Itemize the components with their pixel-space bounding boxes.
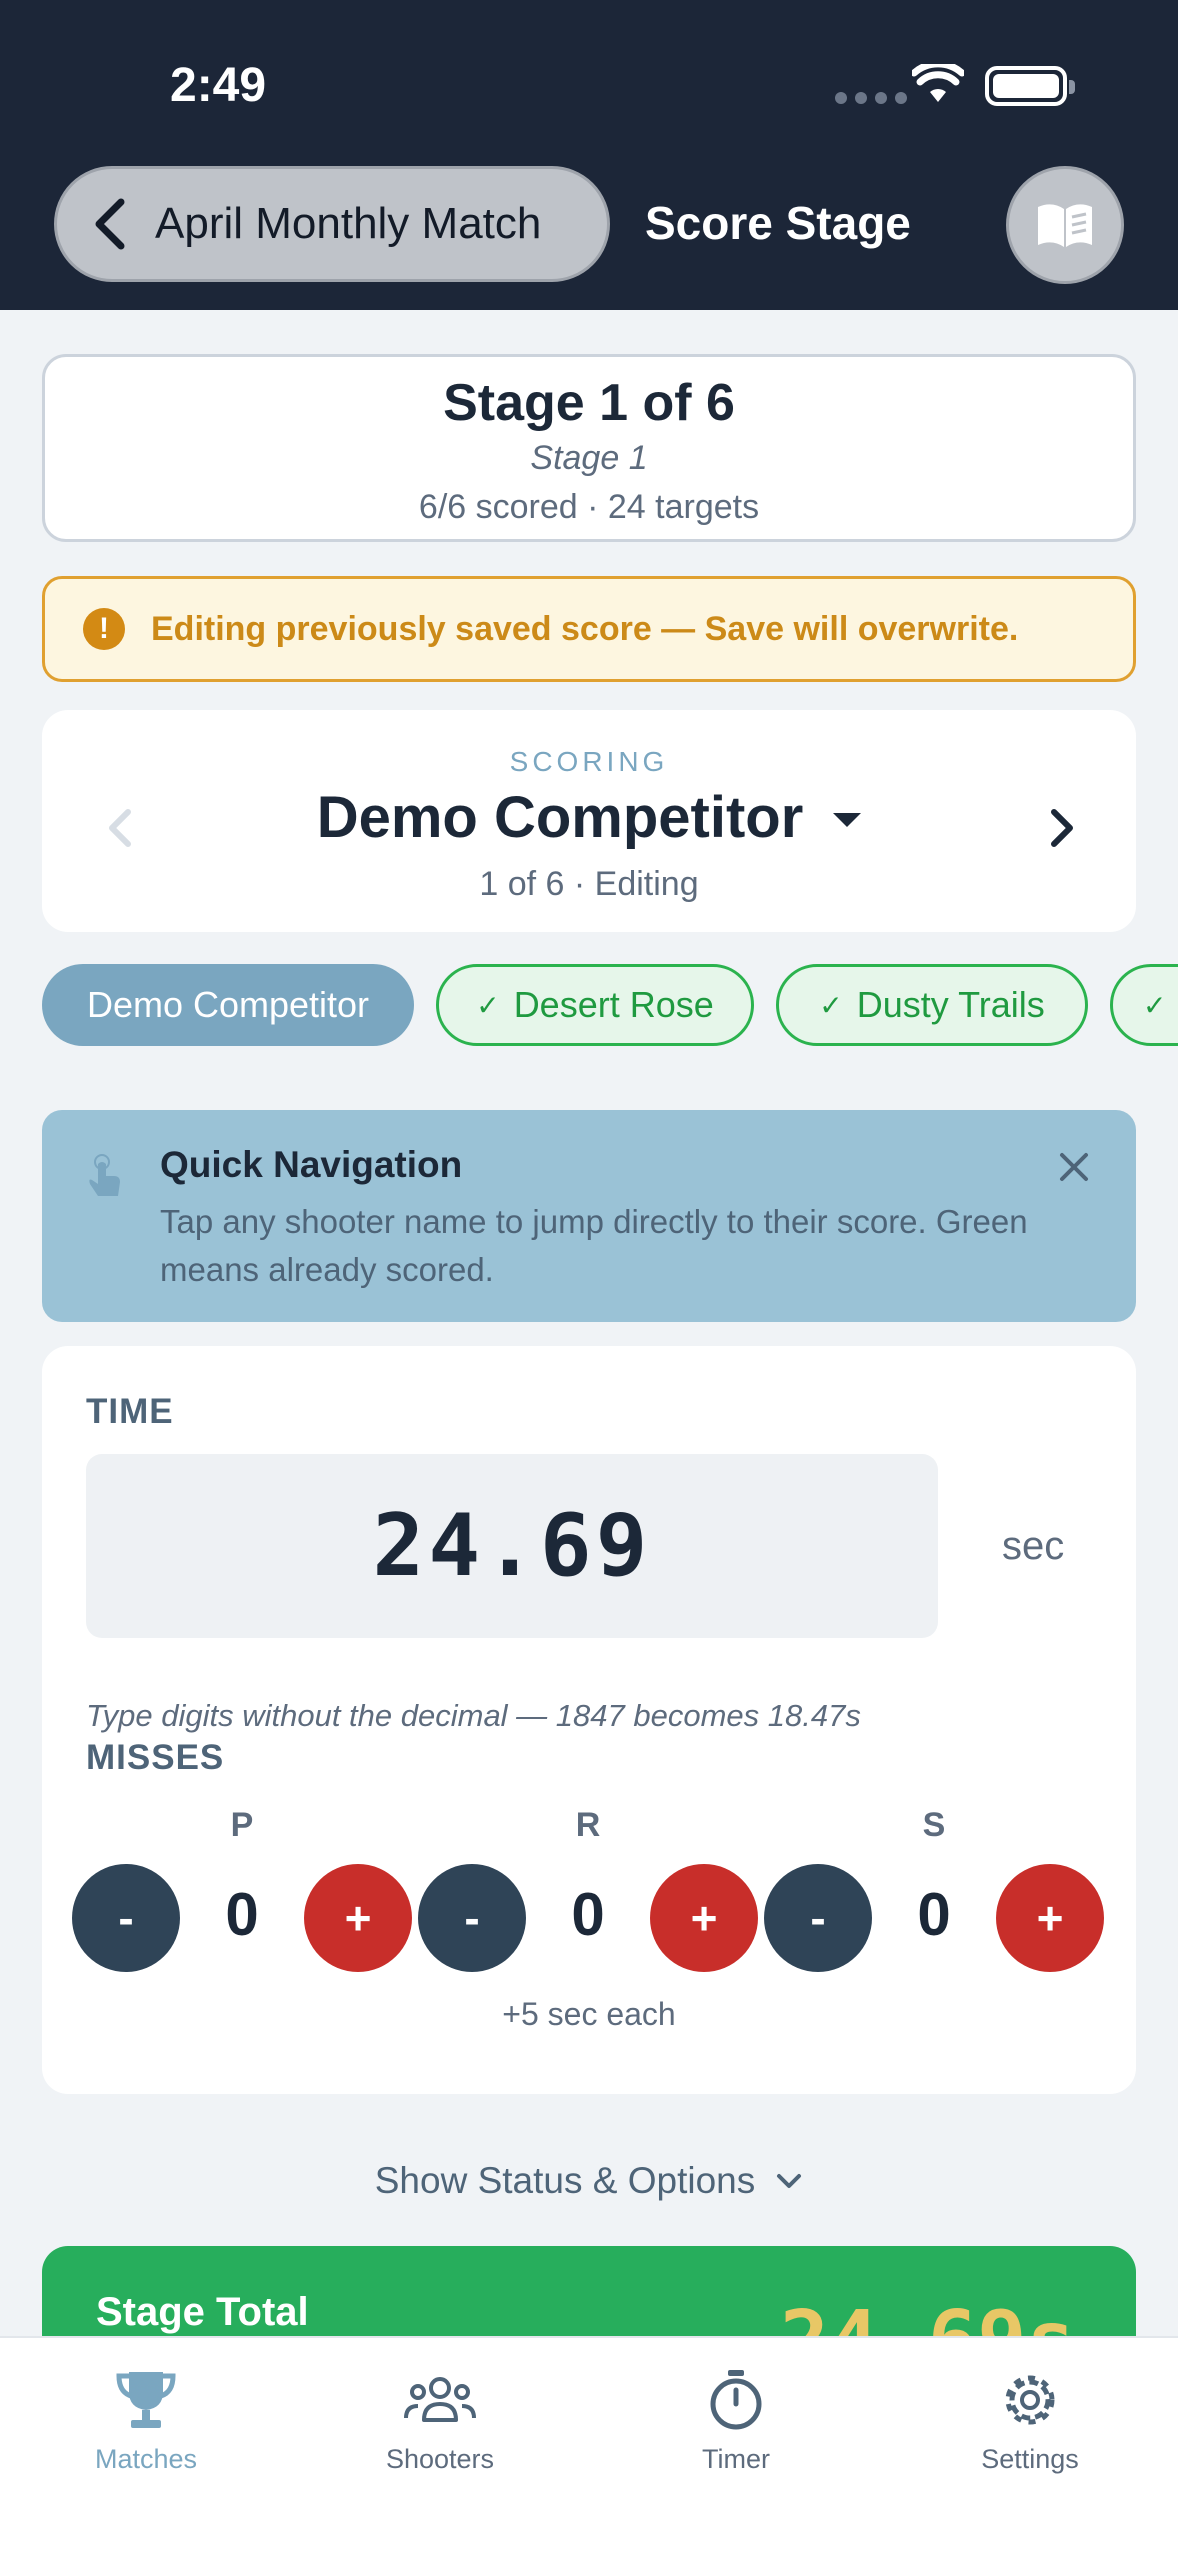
tip-body: Tap any shooter name to jump directly to… xyxy=(160,1203,1028,1288)
page-title: Score Stage xyxy=(645,197,911,249)
caret-down-icon xyxy=(833,812,862,827)
competitor-meta: 1 of 6 · Editing xyxy=(479,865,699,903)
r-miss-decrement-button[interactable]: - xyxy=(418,1864,526,1972)
stage-total-label: Stage Total xyxy=(96,2290,309,2334)
scoring-label: SCORING xyxy=(509,746,669,777)
shooter-chip[interactable]: ✓ Dusty Trails xyxy=(776,964,1088,1046)
competitor-name: Demo Competitor xyxy=(316,785,804,850)
tab-shooters[interactable]: Shooters xyxy=(340,2364,540,2475)
tab-matches[interactable]: Matches xyxy=(46,2364,246,2475)
show-options-label: Show Status & Options xyxy=(374,2160,756,2201)
time-hint: Type digits without the decimal — 1847 b… xyxy=(86,1698,861,1733)
cellular-signal-icon xyxy=(835,92,907,104)
check-icon: ✓ xyxy=(819,989,843,1021)
status-time: 2:49 xyxy=(170,59,267,112)
tip-title: Quick Navigation xyxy=(160,1144,463,1185)
nav-header: 2:49 April Monthly Match Score Stage xyxy=(0,0,1178,310)
quick-navigation-tip: Quick Navigation Tap any shooter name to… xyxy=(42,1110,1136,1322)
back-button-label: April Monthly Match xyxy=(155,199,542,248)
time-unit: sec xyxy=(1002,1524,1065,1568)
stage-title: Stage 1 of 6 xyxy=(443,374,735,432)
time-value: 24.69 xyxy=(372,1496,652,1596)
stage-meta: 6/6 scored · 24 targets xyxy=(418,488,760,526)
misses-label: MISSES xyxy=(86,1738,225,1777)
alert-icon: ! xyxy=(83,608,125,650)
p-miss-increment-button[interactable]: + xyxy=(304,1864,412,1972)
tab-settings[interactable]: Settings xyxy=(930,2364,1130,2475)
tap-hand-icon xyxy=(89,1154,120,1196)
r-miss-increment-button[interactable]: + xyxy=(650,1864,758,1972)
shooter-chip-label: Desert Rose xyxy=(513,984,714,1025)
stopwatch-icon xyxy=(710,2370,762,2430)
check-icon: ✓ xyxy=(1143,989,1167,1021)
r-miss-count: 0 xyxy=(571,1881,605,1948)
miss-column-label: S xyxy=(922,1806,946,1844)
tab-label: Timer xyxy=(702,2444,770,2474)
people-icon xyxy=(404,2377,476,2422)
shooter-chip[interactable]: ✓ xyxy=(1110,964,1178,1046)
tab-timer[interactable]: Timer xyxy=(636,2364,836,2475)
back-button[interactable]: April Monthly Match xyxy=(54,166,610,282)
chevron-left-icon xyxy=(95,198,125,250)
wifi-icon xyxy=(912,64,964,102)
tab-bar: Matches Shooters Timer Settings xyxy=(0,2336,1178,2560)
tab-label: Shooters xyxy=(385,2444,495,2474)
previous-competitor-button[interactable] xyxy=(100,798,140,858)
miss-penalty-note: +5 sec each xyxy=(502,1996,676,2032)
p-miss-decrement-button[interactable]: - xyxy=(72,1864,180,1972)
shooter-chip[interactable]: ✓ Desert Rose xyxy=(436,964,754,1046)
shooter-chips: Demo Competitor ✓ Desert Rose ✓ Dusty Tr… xyxy=(42,964,1178,1048)
chevron-down-icon xyxy=(777,2174,802,2188)
shooter-chip-label: Dusty Trails xyxy=(856,984,1045,1025)
competitor-selector[interactable]: Demo Competitor xyxy=(42,784,1136,851)
overwrite-warning: ! Editing previously saved score — Save … xyxy=(42,576,1136,682)
miss-column-label: P xyxy=(230,1806,254,1844)
shooter-chip-label: Demo Competitor xyxy=(86,984,370,1025)
stage-name: Stage 1 xyxy=(530,439,648,477)
time-misses-card: TIME 24.69 sec Type digits without the d… xyxy=(42,1346,1136,2094)
next-competitor-button[interactable] xyxy=(1042,798,1082,858)
tab-label: Settings xyxy=(981,2444,1079,2474)
scoring-card: SCORING Demo Competitor 1 of 6 · Editing xyxy=(42,710,1136,932)
show-status-options-toggle[interactable]: Show Status & Options xyxy=(0,2160,1178,2202)
s-miss-increment-button[interactable]: + xyxy=(996,1864,1104,1972)
time-input[interactable]: 24.69 xyxy=(86,1454,938,1638)
warning-text: Editing previously saved score — Save wi… xyxy=(151,609,1019,648)
s-miss-count: 0 xyxy=(917,1881,951,1948)
book-icon xyxy=(1038,204,1092,247)
p-miss-count: 0 xyxy=(225,1881,259,1948)
shooter-chip[interactable]: Demo Competitor xyxy=(42,964,414,1046)
battery-icon xyxy=(985,66,1075,106)
tab-label: Matches xyxy=(94,2444,198,2474)
gear-icon xyxy=(1005,2375,1055,2425)
stage-info-card: Stage 1 of 6 Stage 1 6/6 scored · 24 tar… xyxy=(42,354,1136,542)
close-icon[interactable] xyxy=(1057,1150,1091,1184)
rulebook-button[interactable] xyxy=(1006,166,1124,284)
check-icon: ✓ xyxy=(476,989,500,1021)
miss-column-label: R xyxy=(575,1806,601,1844)
trophy-icon xyxy=(116,2372,176,2428)
time-label: TIME xyxy=(86,1392,174,1431)
s-miss-decrement-button[interactable]: - xyxy=(764,1864,872,1972)
